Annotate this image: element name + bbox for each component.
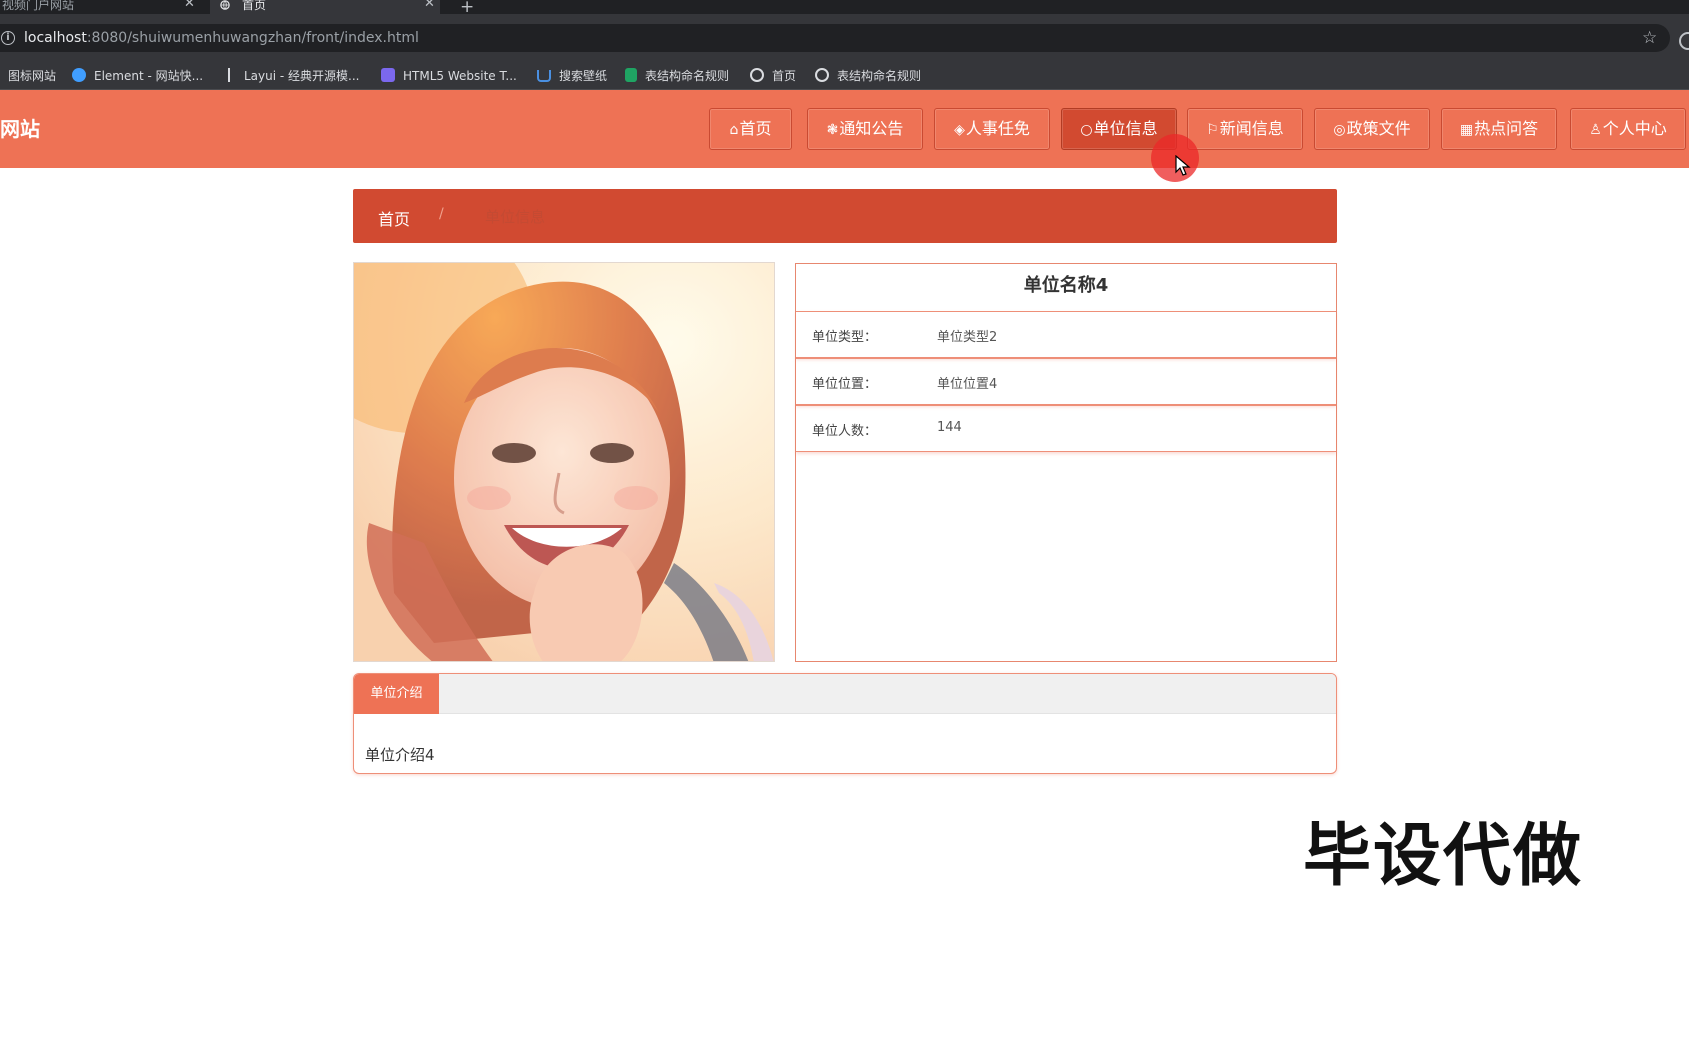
html5-icon	[381, 68, 395, 82]
unit-info-panel: 单位名称4 单位类型： 单位类型2 单位位置： 单位位置4 单位人数： 144	[795, 263, 1337, 662]
mouse-cursor-icon	[1175, 155, 1191, 176]
info-icon[interactable]: i	[1, 31, 15, 45]
globe-icon	[220, 0, 230, 10]
browser-tab-inactive[interactable]: 视频门户网站 ✕	[0, 0, 210, 14]
browser-tab-active[interactable]: 首页 ✕	[210, 0, 440, 14]
user-icon: ♙	[1589, 122, 1602, 138]
close-icon[interactable]: ✕	[184, 0, 195, 10]
nav-qa-button[interactable]: ▦热点问答	[1441, 108, 1557, 150]
unit-intro-card: 单位介绍 单位介绍4	[353, 673, 1337, 774]
intro-tab-bar: 单位介绍	[354, 674, 1336, 714]
info-value: 单位位置4	[937, 377, 998, 392]
nav-notice-button[interactable]: ❃通知公告	[807, 108, 923, 150]
globe-icon	[815, 68, 829, 82]
nav-personnel-button[interactable]: ◈人事任免	[934, 108, 1050, 150]
globe-icon	[750, 68, 764, 82]
flag-icon: ⚐	[1206, 122, 1219, 138]
wallpaper-icon	[537, 70, 551, 82]
bookmark-item[interactable]: 表结构命名规则	[815, 68, 921, 84]
portrait-image	[354, 263, 774, 661]
bookmark-item[interactable]: 图标网站	[8, 68, 56, 84]
watermark-text: 毕设代做	[1303, 817, 1584, 896]
nav-profile-button[interactable]: ♙个人中心	[1570, 108, 1686, 150]
info-label: 单位类型：	[812, 330, 878, 345]
info-row-type: 单位类型： 单位类型2	[796, 311, 1336, 358]
breadcrumb: 首页 / 单位信息	[353, 189, 1337, 243]
sheet-icon	[625, 68, 637, 82]
url-text[interactable]: localhost:8080/shuiwumenhuwangzhan/front…	[24, 30, 419, 46]
bookmark-star-icon[interactable]: ☆	[1642, 28, 1657, 48]
unit-photo	[353, 262, 775, 662]
address-bar[interactable]: i localhost:8080/shuiwumenhuwangzhan/fro…	[0, 24, 1670, 52]
unit-name: 单位名称4	[1023, 275, 1109, 296]
element-icon	[72, 68, 86, 82]
layui-icon	[228, 68, 236, 82]
site-header: 网站 ⌂首页 ❃通知公告 ◈人事任免 ○单位信息 ⚐新闻信息 ◎政策文件 ▦热点…	[0, 90, 1689, 168]
intro-content: 单位介绍4	[365, 746, 435, 764]
bookmark-item[interactable]: Element - 网站快...	[72, 68, 203, 84]
bookmark-item[interactable]: 搜索壁纸	[537, 68, 607, 84]
breadcrumb-home-link[interactable]: 首页	[378, 206, 410, 230]
bookmark-item[interactable]: 首页	[750, 68, 796, 84]
info-value: 单位类型2	[937, 330, 998, 345]
bookmarks-bar: 图标网站 Element - 网站快... Layui - 经典开源模... H…	[0, 62, 1689, 90]
breadcrumb-separator: /	[439, 206, 444, 222]
nav-news-button[interactable]: ⚐新闻信息	[1187, 108, 1303, 150]
info-label: 单位位置：	[812, 377, 878, 392]
profile-icon[interactable]	[1679, 32, 1689, 50]
browser-tab-label: 视频门户网站	[2, 0, 75, 12]
info-value: 144	[937, 420, 962, 435]
browser-tab-label: 首页	[242, 0, 267, 12]
circle-icon: ○	[1080, 122, 1093, 138]
home-icon: ⌂	[729, 122, 739, 138]
snowflake-icon: ❃	[826, 122, 839, 138]
tab-unit-intro[interactable]: 单位介绍	[354, 674, 439, 714]
bookmark-item[interactable]: HTML5 Website T...	[381, 68, 517, 84]
bookmark-item[interactable]: Layui - 经典开源模...	[228, 68, 359, 84]
browser-tabstrip: 视频门户网站 ✕ 首页 ✕ +	[0, 0, 1689, 17]
info-label: 单位人数：	[812, 424, 878, 439]
breadcrumb-current: 单位信息	[485, 208, 546, 226]
browser-toolbar: i localhost:8080/shuiwumenhuwangzhan/fro…	[0, 14, 1689, 62]
bookmark-item[interactable]: 表结构命名规则	[625, 68, 729, 84]
site-title: 网站	[0, 117, 40, 141]
close-icon[interactable]: ✕	[424, 0, 435, 10]
info-row-headcount: 单位人数： 144	[796, 405, 1336, 452]
nav-policy-button[interactable]: ◎政策文件	[1314, 108, 1430, 150]
grid-icon: ▦	[1459, 122, 1474, 138]
target-icon: ◎	[1333, 122, 1346, 138]
nav-home-button[interactable]: ⌂首页	[709, 108, 792, 150]
info-row-location: 单位位置： 单位位置4	[796, 358, 1336, 405]
layers-icon: ◈	[954, 122, 965, 138]
